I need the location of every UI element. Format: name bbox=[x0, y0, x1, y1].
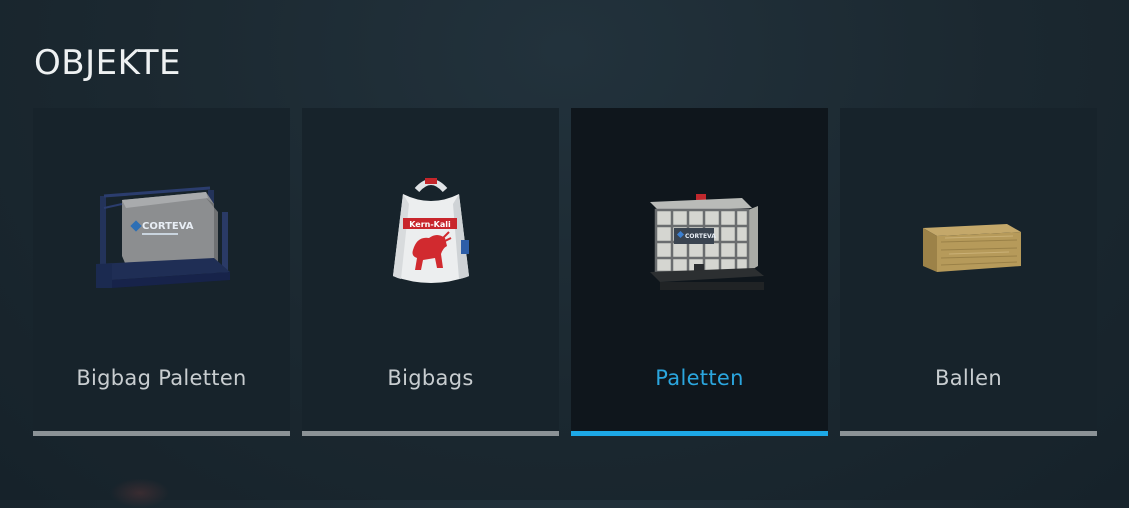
category-label: Bigbag Paletten bbox=[76, 366, 247, 390]
category-label: Ballen bbox=[935, 366, 1002, 390]
category-card-bigbag-paletten[interactable]: CORTEVA Bigbag Paletten bbox=[33, 108, 290, 436]
category-label: Paletten bbox=[655, 366, 744, 390]
section-title: OBJEKTE bbox=[34, 43, 182, 83]
category-underline bbox=[840, 431, 1097, 436]
ibc-brand: CORTEVA bbox=[685, 233, 716, 240]
bigbag-icon: Kern-Kali bbox=[392, 178, 469, 283]
bigbag-pallet-image: CORTEVA bbox=[33, 168, 290, 328]
category-card-ballen[interactable]: Ballen bbox=[840, 108, 1097, 436]
ibc-tank-pallet-image: CORTEVA bbox=[571, 168, 828, 328]
svg-text:CORTEVA: CORTEVA bbox=[142, 221, 194, 232]
hay-bale-icon bbox=[922, 224, 1021, 272]
hay-bale-image bbox=[840, 168, 1097, 328]
category-label: Bigbags bbox=[387, 366, 474, 390]
category-card-paletten[interactable]: CORTEVA Paletten bbox=[571, 108, 828, 436]
category-underline bbox=[33, 431, 290, 436]
bigbag-image: Kern-Kali bbox=[302, 168, 559, 328]
category-underline-selected bbox=[571, 431, 828, 436]
ibc-tank-pallet-icon: CORTEVA bbox=[649, 194, 764, 290]
bigbag-pallet-icon: CORTEVA bbox=[95, 186, 230, 288]
category-underline bbox=[302, 431, 559, 436]
bigbag-brand: Kern-Kali bbox=[409, 220, 451, 229]
category-list: CORTEVA Bigbag Paletten Kern-Kali Bigbag… bbox=[33, 108, 1097, 436]
category-card-bigbags[interactable]: Kern-Kali Bigbags bbox=[302, 108, 559, 436]
background-glow bbox=[110, 478, 170, 508]
